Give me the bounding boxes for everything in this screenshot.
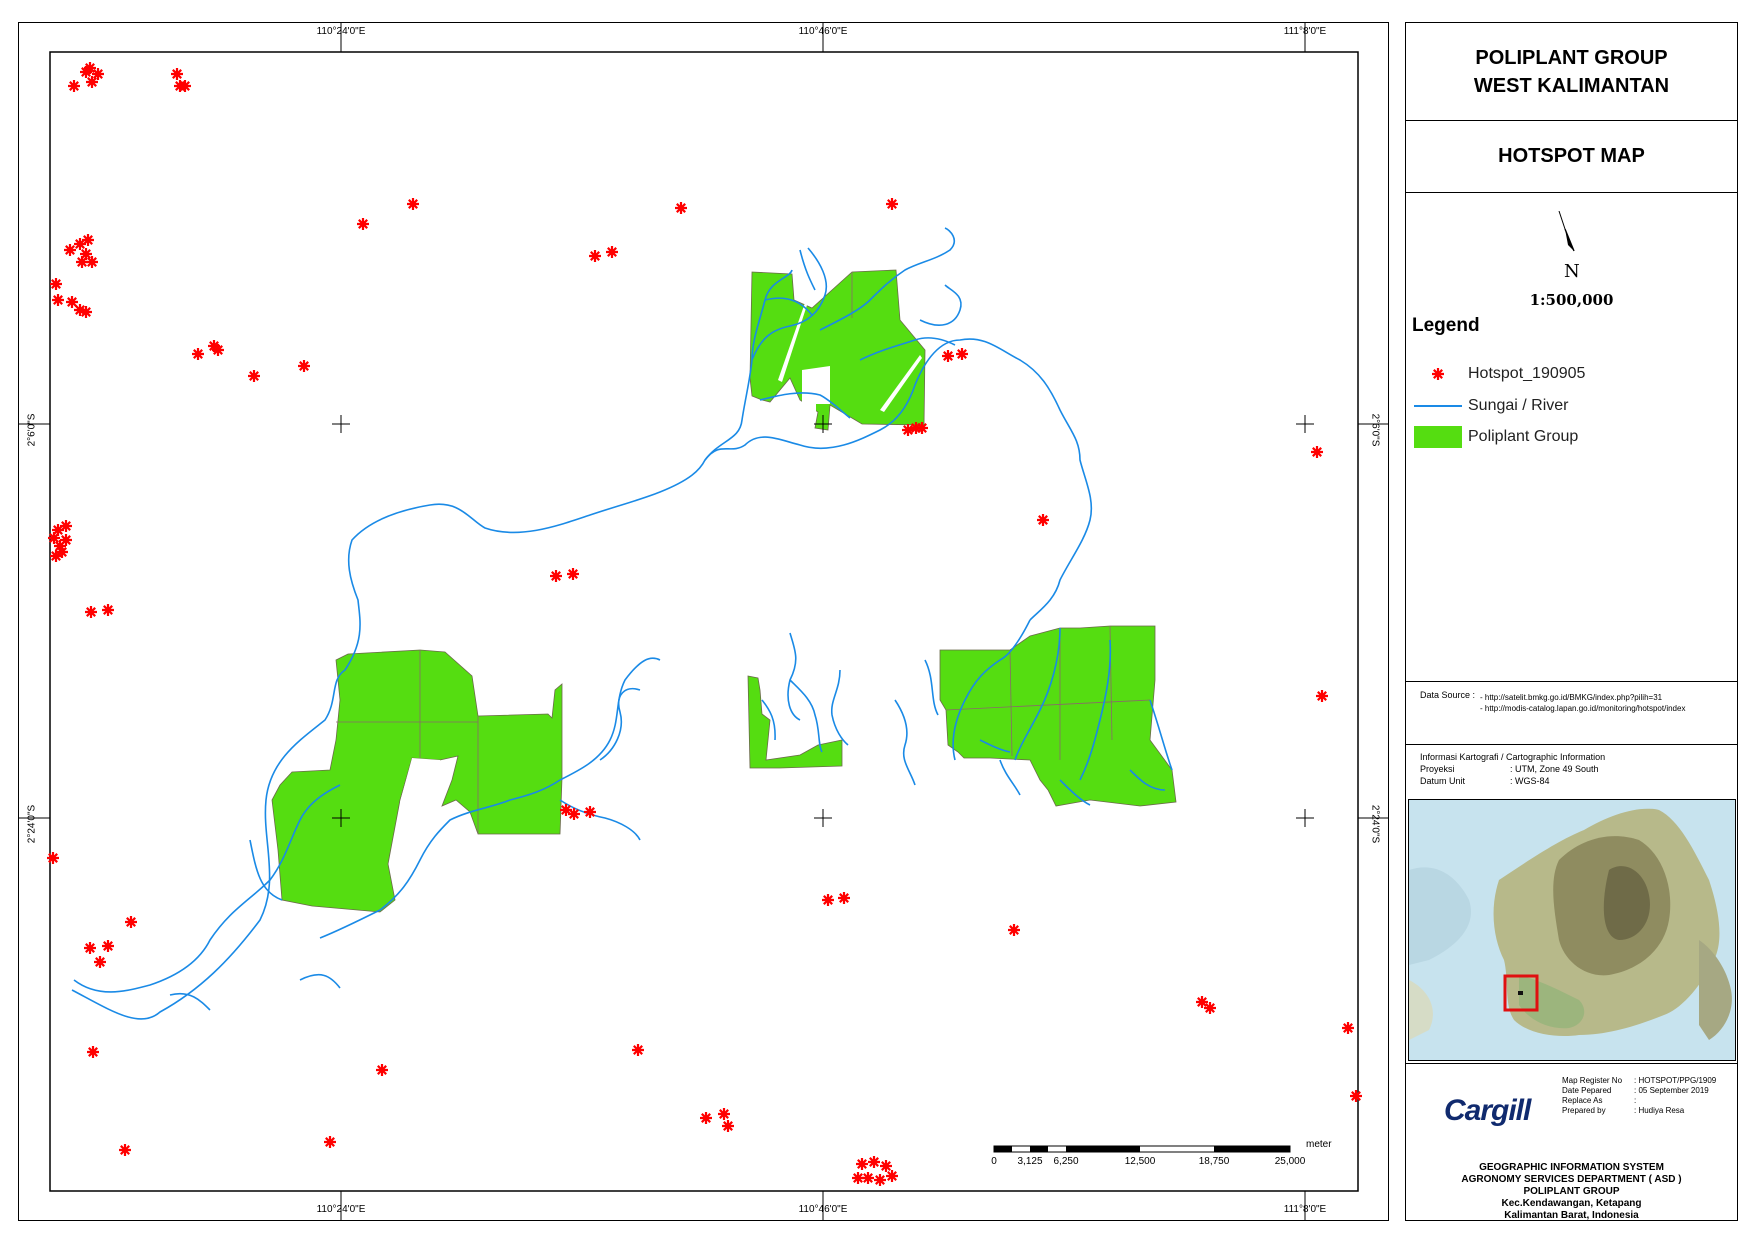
inset-location-map — [1408, 799, 1736, 1061]
inset-map-canvas — [1409, 800, 1735, 1060]
footer-line-gis: GEOGRAPHIC INFORMATION SYSTEM — [1479, 1162, 1664, 1173]
cartographic-value: : WGS-84 — [1510, 776, 1550, 786]
cartographic-row-projection: Proyeksi : UTM, Zone 49 South — [1420, 764, 1599, 774]
meta-key: Replace As — [1562, 1096, 1603, 1105]
green-area-icon — [1414, 426, 1462, 448]
footer-block: Cargill Map Register No : HOTSPOT/PPG/190… — [1406, 1063, 1737, 1221]
meta-row-register: Map Register No : HOTSPOT/PPG/1909 — [1562, 1076, 1716, 1085]
legend-title: Legend — [1412, 315, 1480, 336]
meta-value: : 05 September 2019 — [1634, 1086, 1709, 1095]
data-source-block: Data Source : - http://satelit.bmkg.go.i… — [1406, 681, 1737, 744]
map-sidebar: POLIPLANT GROUP WEST KALIMANTAN HOTSPOT … — [1405, 22, 1738, 1221]
north-arrow-icon: N — [1558, 211, 1580, 282]
grid-label-top-3: 111°8'0"E — [1283, 26, 1327, 37]
meta-value: : Hudiya Resa — [1634, 1106, 1685, 1115]
grid-label-top-1: 110°24'0"E — [316, 26, 366, 37]
title-line-2: WEST KALIMANTAN — [1473, 74, 1670, 97]
map-scale-ratio: 1:500,000 — [1529, 291, 1614, 309]
grid-label-left-2: 2°24'0"S — [26, 804, 38, 844]
legend-label-hotspot: Hotspot_190905 — [1468, 365, 1586, 382]
grid-label-bottom-2: 110°46'0"E — [798, 1204, 848, 1215]
cartographic-key: Datum Unit — [1420, 776, 1466, 786]
footer-line-company: POLIPLANT GROUP — [1523, 1186, 1620, 1197]
scale-tick-2: 6,250 — [1053, 1156, 1079, 1167]
cargill-logo: Cargill — [1444, 1094, 1531, 1127]
river-line-icon — [1414, 405, 1462, 407]
data-source-link-2[interactable]: - http://modis-catalog.lapan.go.id/monit… — [1480, 703, 1685, 714]
map-neatline — [49, 51, 1359, 1192]
footer-line-department: AGRONOMY SERVICES DEPARTMENT ( ASD ) — [1461, 1174, 1682, 1185]
meta-row-date: Date Pepared : 05 September 2019 — [1562, 1086, 1709, 1095]
map-canvas[interactable] — [0, 0, 1400, 1241]
cartographic-value: : UTM, Zone 49 South — [1510, 764, 1599, 774]
cartographic-info-title: Informasi Kartografi / Cartographic Info… — [1420, 752, 1606, 762]
scale-tick-5: 25,000 — [1274, 1156, 1306, 1167]
meta-value: : HOTSPOT/PPG/1909 — [1634, 1076, 1717, 1085]
grid-label-bottom-1: 110°24'0"E — [316, 1204, 366, 1215]
legend-item-hotspot: Hotspot_190905 — [1412, 361, 1585, 387]
legend-label-river: Sungai / River — [1468, 397, 1569, 414]
meta-key: Date Pepared — [1562, 1086, 1612, 1095]
meta-value: : — [1634, 1096, 1637, 1105]
meta-row-replace: Replace As: — [1562, 1096, 1636, 1105]
scale-bar-unit: meter — [1306, 1139, 1332, 1150]
footer-line-district: Kec.Kendawangan, Ketapang — [1501, 1198, 1642, 1209]
scale-tick-1: 3,125 — [1017, 1156, 1043, 1167]
scale-tick-0: 0 — [991, 1156, 997, 1167]
subtitle-block: HOTSPOT MAP — [1406, 121, 1737, 193]
grid-label-bottom-3: 111°8'0"E — [1283, 1204, 1327, 1215]
north-arrow-label: N — [1564, 261, 1580, 282]
meta-key: Prepared by — [1562, 1106, 1606, 1115]
grid-label-right-1: 2°6'0"S — [1369, 413, 1381, 447]
grid-label-right-2: 2°24'0"S — [1369, 804, 1381, 844]
grid-label-left-1: 2°6'0"S — [26, 413, 38, 447]
cartographic-key: Proyeksi — [1420, 764, 1455, 774]
legend-item-concession: Poliplant Group — [1412, 424, 1578, 450]
title-block: POLIPLANT GROUP WEST KALIMANTAN — [1406, 23, 1737, 121]
cartographic-info-block: Informasi Kartografi / Cartographic Info… — [1406, 744, 1737, 794]
grid-label-top-2: 110°46'0"E — [798, 26, 848, 37]
scale-bar — [993, 1145, 1291, 1153]
data-source-link-1[interactable]: - http://satelit.bmkg.go.id/BMKG/index.p… — [1480, 692, 1685, 703]
title-line-1: POLIPLANT GROUP — [1475, 46, 1668, 69]
legend-label-concession: Poliplant Group — [1468, 428, 1579, 445]
meta-row-prepared: Prepared by : Hudiya Resa — [1562, 1106, 1684, 1115]
scale-tick-3: 12,500 — [1124, 1156, 1156, 1167]
footer-line-province: Kalimantan Barat, Indonesia — [1504, 1210, 1639, 1221]
meta-key: Map Register No — [1562, 1076, 1623, 1085]
data-source-label: Data Source : — [1420, 690, 1476, 700]
cartographic-row-datum: Datum Unit : WGS-84 — [1420, 776, 1550, 786]
map-subtitle: HOTSPOT MAP — [1498, 145, 1645, 167]
scale-tick-4: 18,750 — [1198, 1156, 1230, 1167]
asterisk-icon — [1432, 368, 1444, 380]
legend-item-river: Sungai / River — [1412, 393, 1569, 419]
